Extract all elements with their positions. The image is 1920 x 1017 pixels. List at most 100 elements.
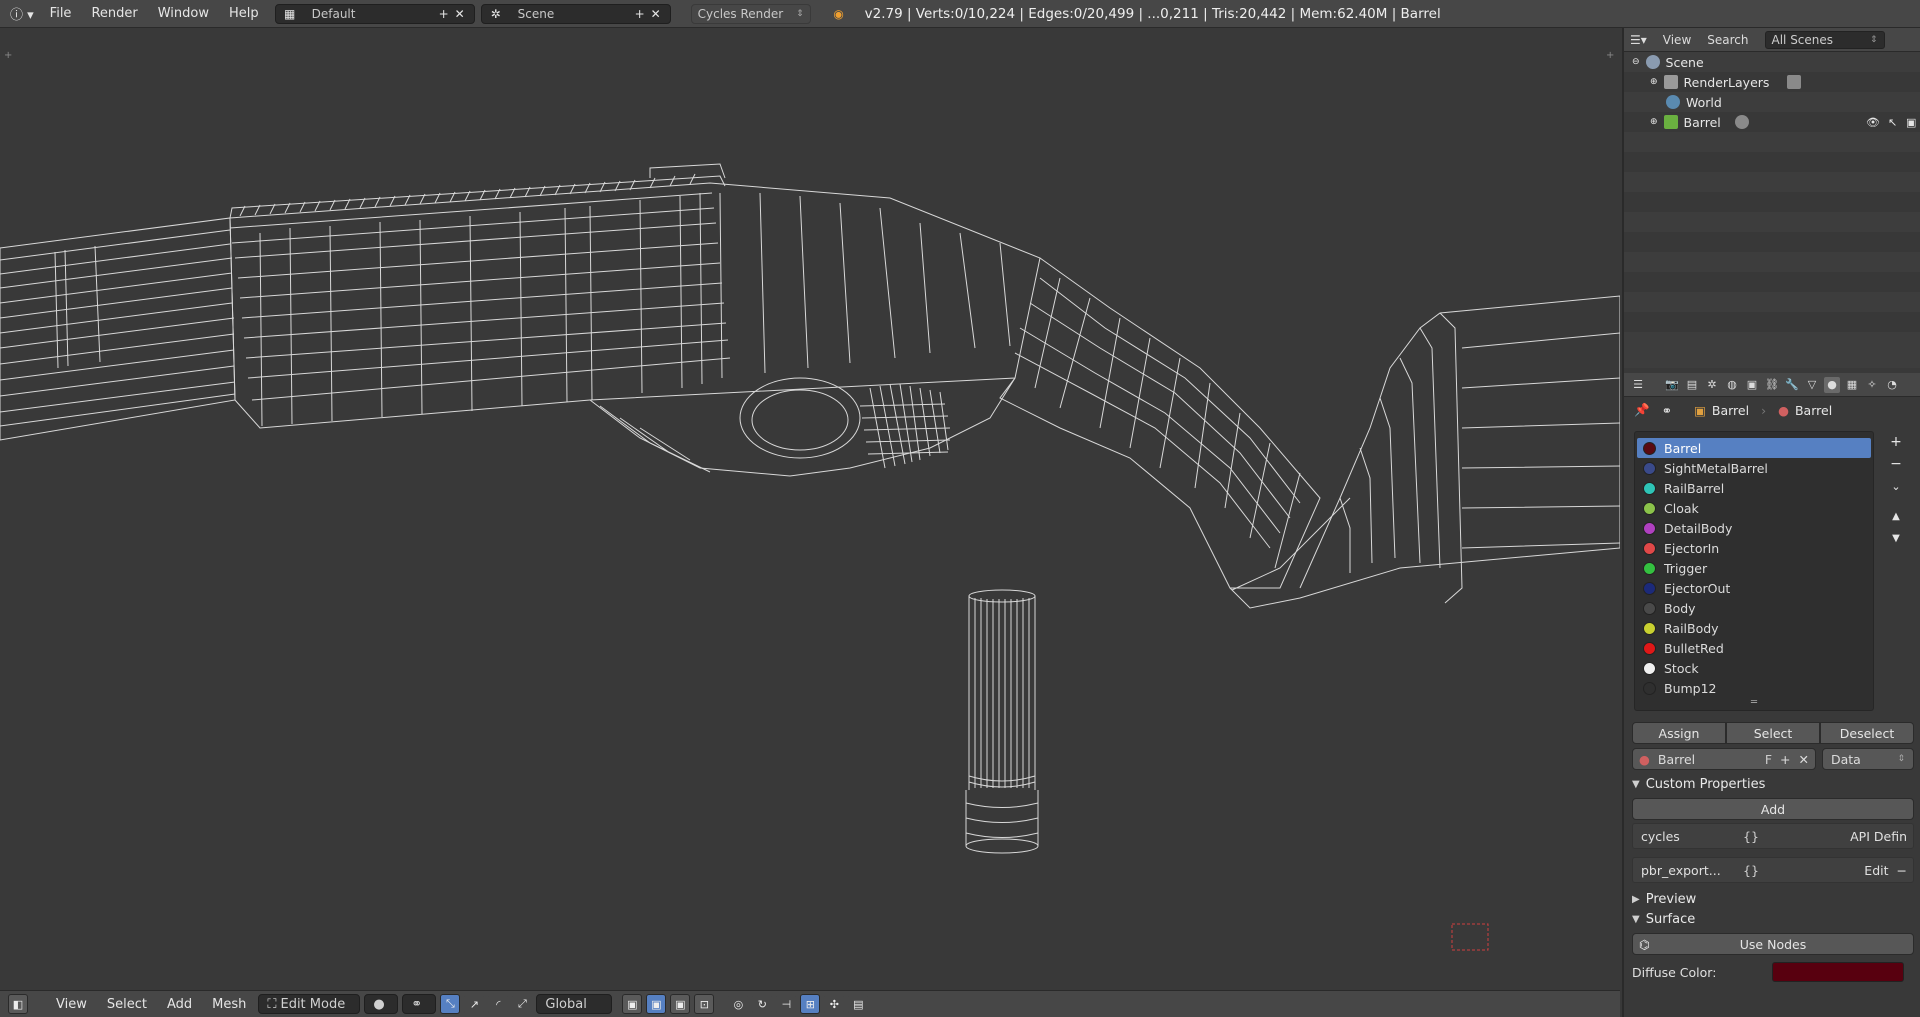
add-scene-icon[interactable]: +	[632, 6, 648, 22]
proportional-edit-icon[interactable]: ◎	[728, 994, 749, 1014]
menu-file[interactable]: File	[40, 4, 82, 24]
particles-tab-icon[interactable]: ✧	[1864, 377, 1880, 393]
material-slot[interactable]: Cloak	[1637, 498, 1871, 518]
constraints-tab-icon[interactable]: ⛓	[1764, 377, 1780, 393]
object-tab-icon[interactable]: ▣	[1744, 377, 1760, 393]
material-slot[interactable]: DetailBody	[1637, 518, 1871, 538]
translate-manipulator-icon[interactable]: ↗	[464, 994, 485, 1014]
menu-mesh[interactable]: Mesh	[204, 997, 254, 1012]
material-slot[interactable]: EjectorOut	[1637, 578, 1871, 598]
edge-select-icon[interactable]: ▣	[646, 994, 667, 1014]
deselect-button[interactable]: Deselect	[1820, 722, 1914, 744]
move-down-icon[interactable]: ▼	[1887, 529, 1905, 547]
snap-target-icon[interactable]: ⊞	[800, 994, 821, 1014]
world-tab-icon[interactable]: ◍	[1724, 377, 1740, 393]
viewport-corner-widget[interactable]: +	[4, 50, 12, 61]
outliner-view-menu[interactable]: View	[1663, 33, 1691, 47]
move-up-icon[interactable]: ▲	[1887, 507, 1905, 525]
material-context[interactable]: ● Barrel	[1778, 403, 1832, 418]
material-slot[interactable]: Trigger	[1637, 558, 1871, 578]
expand-icon[interactable]: ⊕	[1650, 77, 1658, 87]
info-editor-icon[interactable]: ⓘ ▾	[0, 4, 40, 24]
menu-view[interactable]: View	[48, 997, 95, 1012]
modifiers-tab-icon[interactable]: 🔧	[1784, 377, 1800, 393]
outliner-item-renderlayers[interactable]: ⊕ RenderLayers	[1624, 72, 1920, 92]
new-material-icon[interactable]: +	[1780, 752, 1790, 767]
unlink-material-icon[interactable]: ✕	[1799, 752, 1809, 767]
viewport-corner-widget-right[interactable]: +	[1606, 50, 1614, 61]
object-context[interactable]: ▣ Barrel	[1694, 403, 1749, 418]
pivot-point-selector[interactable]: ⚭	[402, 994, 437, 1014]
material-slot[interactable]: BulletRed	[1637, 638, 1871, 658]
properties-editor-icon[interactable]: ☰	[1630, 377, 1646, 393]
scale-manipulator-icon[interactable]: ⤢	[512, 994, 533, 1014]
data-tab-icon[interactable]: ▽	[1804, 377, 1820, 393]
texture-tab-icon[interactable]: ▦	[1844, 377, 1860, 393]
add-slot-icon[interactable]: +	[1887, 433, 1905, 451]
outliner-item-barrel[interactable]: ⊕ Barrel 👁 ↖ ▣	[1624, 112, 1920, 132]
menu-help[interactable]: Help	[219, 4, 269, 24]
material-datablock-selector[interactable]: ● Barrel F + ✕	[1632, 748, 1816, 770]
snap-toggle-icon[interactable]: ↻	[752, 994, 773, 1014]
opengl-render-icon[interactable]: ▤	[848, 994, 869, 1014]
add-layout-icon[interactable]: +	[436, 6, 452, 22]
material-tab-icon[interactable]: ●	[1824, 376, 1840, 393]
diffuse-color-swatch[interactable]	[1772, 962, 1904, 982]
visibility-eye-icon[interactable]: 👁	[1866, 116, 1880, 129]
slot-specials-icon[interactable]: ⌄	[1887, 477, 1905, 495]
custom-properties-panel-header[interactable]: ▼ Custom Properties	[1632, 773, 1914, 795]
vertex-select-icon[interactable]: ▣	[622, 994, 643, 1014]
surface-panel-header[interactable]: ▼ Surface	[1632, 908, 1914, 930]
menu-window[interactable]: Window	[148, 4, 219, 24]
outliner-item-world[interactable]: World	[1624, 92, 1920, 112]
outliner-editor-icon[interactable]: ☰▾	[1630, 33, 1647, 47]
menu-add[interactable]: Add	[159, 997, 200, 1012]
menu-render[interactable]: Render	[81, 4, 147, 24]
material-slot[interactable]: RailBarrel	[1637, 478, 1871, 498]
material-slot[interactable]: Bump12	[1637, 678, 1871, 698]
manipulator-toggle-icon[interactable]: ⤡	[440, 994, 461, 1014]
add-property-button[interactable]: Add	[1632, 798, 1914, 820]
preview-panel-header[interactable]: ▶ Preview	[1632, 888, 1914, 910]
close-layout-icon[interactable]: ✕	[452, 6, 468, 22]
link-type-selector[interactable]: Data ⇕	[1822, 748, 1914, 770]
scene-selector[interactable]: ✲ Scene + ✕	[480, 3, 671, 24]
select-button[interactable]: Select	[1726, 722, 1820, 744]
remove-slot-icon[interactable]: −	[1887, 455, 1905, 473]
list-resize-handle[interactable]: ═	[1635, 698, 1873, 708]
transform-orientation-selector[interactable]: Global	[536, 994, 613, 1014]
renderability-camera-icon[interactable]: ▣	[1906, 116, 1916, 129]
mode-selector[interactable]: ⛶ Edit Mode	[258, 994, 361, 1014]
rotate-manipulator-icon[interactable]: ◜	[488, 994, 509, 1014]
snap-element-icon[interactable]: ⊣	[776, 994, 797, 1014]
occlude-geometry-icon[interactable]: ⊡	[694, 994, 715, 1014]
outliner-search-menu[interactable]: Search	[1707, 33, 1748, 47]
material-slot[interactable]: SightMetalBarrel	[1637, 458, 1871, 478]
render-tab-icon[interactable]: 📷	[1664, 377, 1680, 393]
fake-user-toggle[interactable]: F	[1765, 752, 1772, 767]
material-slot[interactable]: EjectorIn	[1637, 538, 1871, 558]
3d-viewport[interactable]: + +	[0, 28, 1620, 990]
viewport-shading-selector[interactable]: ●	[364, 994, 399, 1014]
outliner-item-scene[interactable]: ⊖ Scene	[1624, 52, 1920, 72]
render-preview-icon[interactable]: ✣	[824, 994, 845, 1014]
physics-tab-icon[interactable]: ◔	[1884, 377, 1900, 393]
expand-icon[interactable]: ⊖	[1632, 57, 1640, 67]
selectability-cursor-icon[interactable]: ↖	[1888, 116, 1897, 129]
remove-property-icon[interactable]: −	[1897, 863, 1907, 878]
material-slot[interactable]: Stock	[1637, 658, 1871, 678]
pin-icon[interactable]: 📌	[1634, 402, 1650, 418]
edit-property-button[interactable]: Edit −	[1864, 863, 1907, 878]
material-slot[interactable]: Body	[1637, 598, 1871, 618]
assign-button[interactable]: Assign	[1632, 722, 1726, 744]
render-layers-tab-icon[interactable]: ▤	[1684, 377, 1700, 393]
screen-layout-selector[interactable]: ▦ Default + ✕	[274, 3, 475, 24]
close-scene-icon[interactable]: ✕	[648, 6, 664, 22]
menu-select[interactable]: Select	[99, 997, 155, 1012]
expand-icon[interactable]: ⊕	[1650, 117, 1658, 127]
material-slot[interactable]: Barrel	[1637, 438, 1871, 458]
render-engine-selector[interactable]: Cycles Render ⇕	[690, 3, 811, 24]
material-slots-list[interactable]: Barrel SightMetalBarrel RailBarrel Cloak…	[1634, 431, 1874, 711]
editor-type-icon[interactable]: ◧	[8, 994, 28, 1014]
face-select-icon[interactable]: ▣	[670, 994, 691, 1014]
